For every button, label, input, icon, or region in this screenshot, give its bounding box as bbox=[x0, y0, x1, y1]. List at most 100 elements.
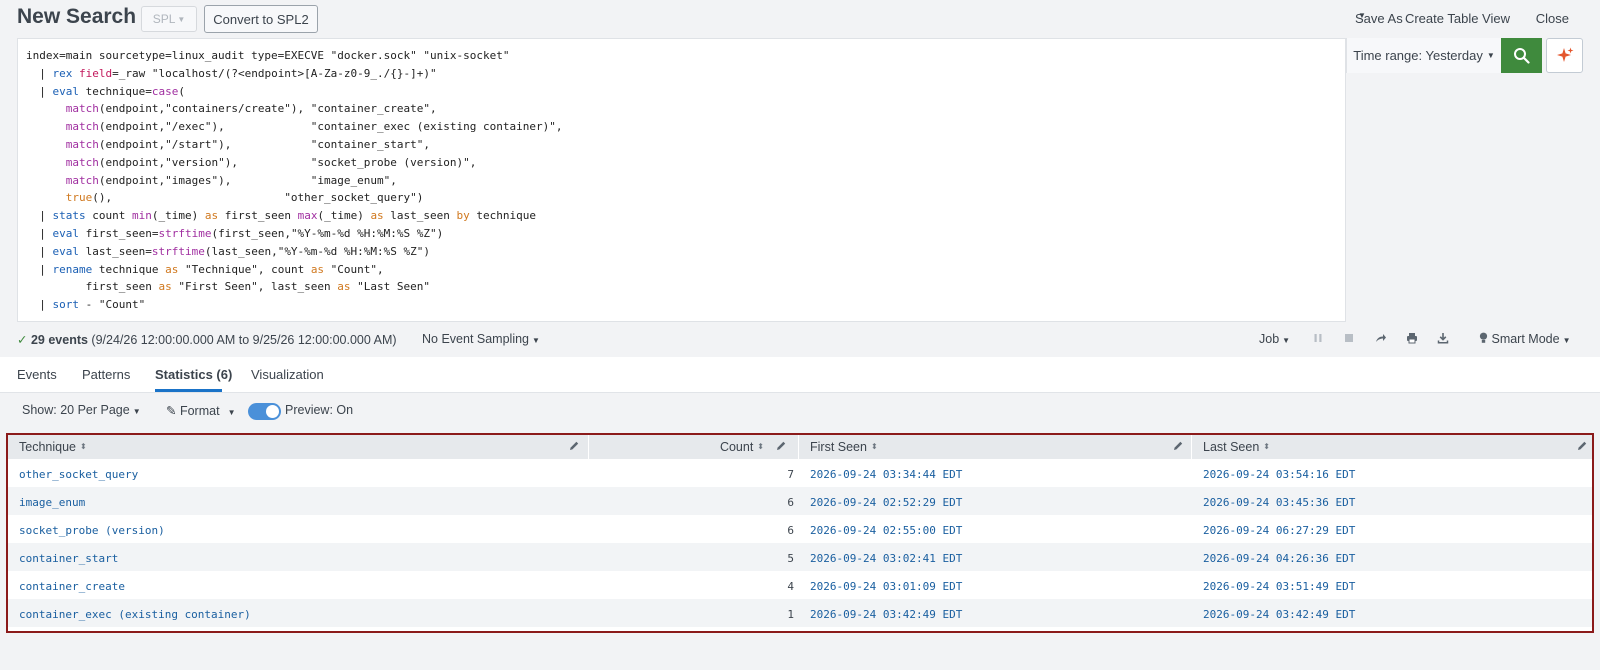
caret-down-icon: ▼ bbox=[1486, 51, 1495, 60]
query-command: eval bbox=[52, 84, 80, 98]
format-dropdown[interactable]: ✎ Format ▼ bbox=[166, 403, 235, 418]
preview-toggle[interactable] bbox=[248, 403, 281, 420]
page-size-dropdown[interactable]: Show: 20 Per Page ▼ bbox=[22, 403, 141, 417]
column-header-last-seen[interactable]: Last Seen ⬍ bbox=[1192, 435, 1592, 459]
event-summary: ✓ 29 events (9/24/26 12:00:00.000 AM to … bbox=[17, 332, 397, 347]
cell-last-seen[interactable]: 2026-09-24 03:45:36 EDT bbox=[1203, 496, 1355, 509]
table-row: other_socket_query 7 2026-09-24 03:34:44… bbox=[8, 459, 1592, 487]
export-icon[interactable] bbox=[1435, 330, 1451, 346]
active-tab-indicator bbox=[155, 389, 222, 392]
table-row: image_enum 6 2026-09-24 02:52:29 EDT 202… bbox=[8, 487, 1592, 515]
table-controls: Show: 20 Per Page ▼ ✎ Format ▼ Preview: On bbox=[0, 403, 1600, 421]
cell-technique[interactable]: socket_probe (version) bbox=[19, 524, 165, 537]
column-header-count[interactable]: Count ⬍ bbox=[589, 435, 799, 459]
create-table-view-link[interactable]: Create Table View bbox=[1405, 11, 1510, 26]
cell-count[interactable]: 7 bbox=[589, 468, 794, 481]
time-range-label: Time range: Yesterday bbox=[1353, 48, 1483, 63]
caret-down-icon: ▼ bbox=[532, 336, 540, 345]
table-row: container_exec (existing container) 1 20… bbox=[8, 599, 1592, 627]
lightbulb-icon bbox=[1479, 332, 1488, 347]
table-row: container_create 4 2026-09-24 03:01:09 E… bbox=[8, 571, 1592, 599]
edit-column-icon[interactable] bbox=[1172, 440, 1184, 452]
cell-count[interactable]: 5 bbox=[589, 552, 794, 565]
caret-down-icon: ▼ bbox=[1358, 11, 1366, 20]
toggle-knob bbox=[266, 405, 279, 418]
format-label: Format bbox=[179, 404, 220, 418]
sort-icon: ⬍ bbox=[1263, 442, 1270, 451]
caret-down-icon: ▼ bbox=[1562, 336, 1571, 345]
cell-technique[interactable]: image_enum bbox=[19, 496, 85, 509]
caret-down-icon: ▼ bbox=[227, 408, 236, 417]
cell-technique[interactable]: container_exec (existing container) bbox=[19, 608, 251, 621]
cell-first-seen[interactable]: 2026-09-24 03:34:44 EDT bbox=[810, 468, 962, 481]
cell-technique[interactable]: container_create bbox=[19, 580, 125, 593]
event-time-range: (9/24/26 12:00:00.000 AM to 9/25/26 12:0… bbox=[87, 333, 397, 347]
caret-down-icon: ▼ bbox=[132, 407, 141, 416]
caret-down-icon: ▼ bbox=[1282, 336, 1291, 345]
cell-technique[interactable]: container_start bbox=[19, 552, 118, 565]
preview-label: Preview: On bbox=[285, 403, 354, 417]
time-range-picker[interactable]: Time range: Yesterday ▼ bbox=[1346, 38, 1501, 73]
ai-assistant-button[interactable] bbox=[1546, 38, 1583, 73]
top-bar: New Search SPL ▼ Convert to SPL2 Save As… bbox=[0, 0, 1600, 38]
edit-column-icon[interactable] bbox=[568, 440, 580, 452]
table-header: Technique ⬍ Count ⬍ First Seen ⬍ Last Seen ⬍ bbox=[8, 435, 1592, 459]
caret-down-icon: ▼ bbox=[177, 14, 186, 24]
print-icon[interactable] bbox=[1404, 330, 1420, 346]
column-header-technique[interactable]: Technique ⬍ bbox=[8, 435, 589, 459]
pencil-icon: ✎ bbox=[166, 404, 177, 418]
cell-count[interactable]: 4 bbox=[589, 580, 794, 593]
cell-last-seen[interactable]: 2026-09-24 03:51:49 EDT bbox=[1203, 580, 1355, 593]
sort-icon: ⬍ bbox=[870, 442, 878, 451]
close-link[interactable]: Close bbox=[1536, 11, 1569, 26]
results-tabs: Events Patterns Statistics (6) Visualiza… bbox=[0, 357, 1600, 393]
table-row: socket_probe (version) 6 2026-09-24 02:5… bbox=[8, 515, 1592, 543]
tab-patterns[interactable]: Patterns bbox=[82, 367, 130, 382]
cell-last-seen[interactable]: 2026-09-24 03:42:49 EDT bbox=[1203, 608, 1355, 621]
convert-to-spl2-button[interactable]: Convert to SPL2 bbox=[204, 5, 318, 33]
check-icon: ✓ bbox=[17, 333, 28, 347]
event-sampling-label: No Event Sampling bbox=[422, 332, 530, 346]
search-mode-dropdown[interactable]: Smart Mode ▼ bbox=[1479, 332, 1571, 347]
tab-statistics[interactable]: Statistics (6) bbox=[155, 367, 232, 382]
cell-last-seen[interactable]: 2026-09-24 06:27:29 EDT bbox=[1203, 524, 1355, 537]
page-size-label: Show: 20 Per Page bbox=[22, 403, 130, 417]
sparkle-icon bbox=[1556, 47, 1573, 62]
search-mode-label: Smart Mode bbox=[1491, 332, 1560, 346]
cell-first-seen[interactable]: 2026-09-24 03:42:49 EDT bbox=[810, 608, 962, 621]
cell-count[interactable]: 6 bbox=[589, 524, 794, 537]
cell-count[interactable]: 1 bbox=[589, 608, 794, 621]
tab-events[interactable]: Events bbox=[17, 367, 57, 382]
cell-first-seen[interactable]: 2026-09-24 03:02:41 EDT bbox=[810, 552, 962, 565]
cell-count[interactable]: 6 bbox=[589, 496, 794, 509]
job-menu[interactable]: Job ▼ bbox=[1259, 332, 1290, 346]
tab-visualization[interactable]: Visualization bbox=[251, 367, 324, 382]
query-command: rex bbox=[52, 66, 73, 80]
search-icon bbox=[1514, 48, 1530, 64]
edit-column-icon[interactable] bbox=[1576, 440, 1588, 452]
cell-first-seen[interactable]: 2026-09-24 02:52:29 EDT bbox=[810, 496, 962, 509]
edit-column-icon[interactable] bbox=[775, 440, 787, 452]
event-sampling-dropdown[interactable]: No Event Sampling ▼ bbox=[422, 332, 540, 346]
sort-icon: ⬍ bbox=[80, 442, 87, 451]
query-line: index=main sourcetype=linux_audit type=E… bbox=[26, 49, 510, 62]
cell-first-seen[interactable]: 2026-09-24 02:55:00 EDT bbox=[810, 524, 962, 537]
column-header-first-seen[interactable]: First Seen ⬍ bbox=[799, 435, 1192, 459]
search-button[interactable] bbox=[1501, 38, 1542, 73]
page-title: New Search bbox=[17, 5, 137, 28]
cell-last-seen[interactable]: 2026-09-24 03:54:16 EDT bbox=[1203, 468, 1355, 481]
cell-technique[interactable]: other_socket_query bbox=[19, 468, 138, 481]
search-query-editor[interactable]: index=main sourcetype=linux_audit type=E… bbox=[17, 38, 1346, 322]
table-row: container_start 5 2026-09-24 03:02:41 ED… bbox=[8, 543, 1592, 571]
pause-icon[interactable] bbox=[1310, 330, 1326, 346]
job-label: Job bbox=[1259, 332, 1280, 346]
cell-first-seen[interactable]: 2026-09-24 03:01:09 EDT bbox=[810, 580, 962, 593]
language-dropdown[interactable]: SPL ▼ bbox=[141, 6, 197, 32]
job-status-bar: ✓ 29 events (9/24/26 12:00:00.000 AM to … bbox=[0, 330, 1600, 350]
language-label: SPL bbox=[152, 12, 176, 26]
results-table: Technique ⬍ Count ⬍ First Seen ⬍ Last Seen ⬍… bbox=[6, 433, 1594, 633]
stop-icon[interactable] bbox=[1341, 330, 1357, 346]
share-icon[interactable] bbox=[1373, 330, 1389, 346]
sort-icon: ⬍ bbox=[757, 442, 764, 451]
cell-last-seen[interactable]: 2026-09-24 04:26:36 EDT bbox=[1203, 552, 1355, 565]
